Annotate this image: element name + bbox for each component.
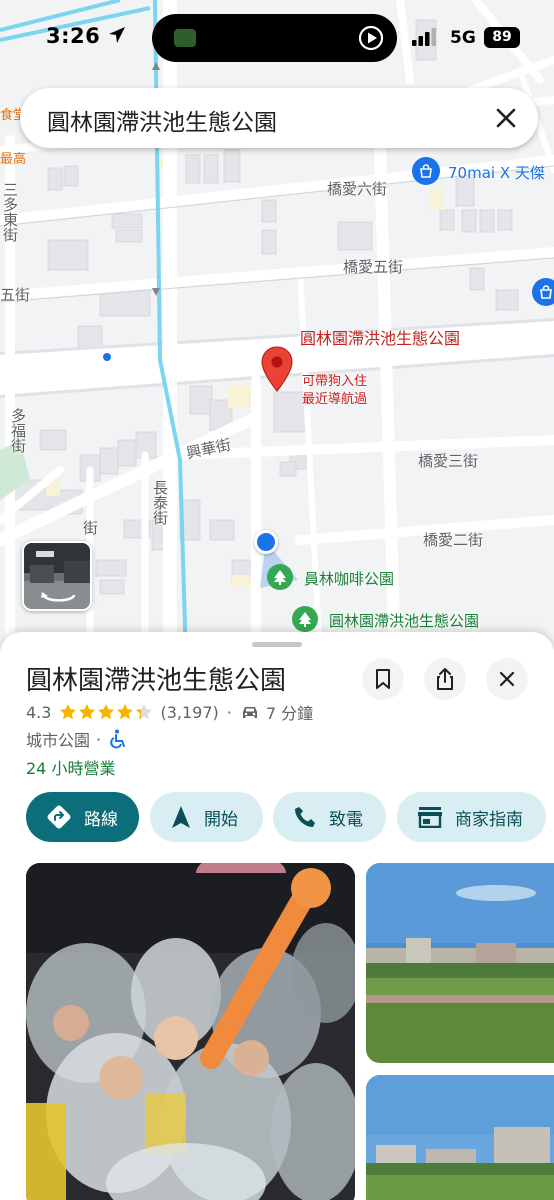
- search-query[interactable]: 圓林園滯洪池生態公園: [47, 103, 277, 137]
- street-label-partial: 五街: [0, 286, 31, 304]
- selected-place-map-label[interactable]: 圓林園滯洪池生態公園: [300, 328, 475, 350]
- signal-bars-icon: [412, 28, 436, 46]
- street-label-duofu: 多福街: [9, 408, 27, 453]
- call-label: 致電: [329, 809, 363, 830]
- map-view[interactable]: 橋愛六街 橋愛五街 橋愛三街 橋愛二街 興華街 長泰街 多福街 三多東街 五街 …: [0, 0, 554, 660]
- opening-hours[interactable]: 24 小時營業: [26, 755, 115, 779]
- start-label: 開始: [204, 809, 238, 830]
- place-photo-2[interactable]: [366, 863, 554, 1063]
- app-activity-icon: [174, 29, 196, 47]
- close-icon: [499, 671, 515, 687]
- directions-button[interactable]: 路線: [26, 792, 139, 842]
- rating-row[interactable]: 4.3 (3,197) · 7 分鐘: [26, 701, 314, 724]
- business-guide-label: 商家指南: [455, 809, 523, 830]
- dynamic-island: [152, 14, 397, 62]
- start-button[interactable]: 開始: [150, 792, 263, 842]
- street-label-qiaoai2: 橋愛二街: [423, 531, 484, 549]
- play-icon: [358, 25, 384, 51]
- star-icon: [98, 704, 115, 720]
- place-photo-main[interactable]: [26, 863, 355, 1200]
- navigation-arrow-icon: [170, 805, 192, 829]
- street-label-sanduodong: 三多東街: [1, 182, 19, 242]
- storefront-icon: [417, 806, 443, 828]
- place-sheet[interactable]: 圓林園滯洪池生態公園 4.3 (3,197) · 7 分鐘 城市公園 · 24 …: [0, 632, 554, 1200]
- park-label-coffee[interactable]: 員林咖啡公園: [304, 568, 394, 589]
- street-view-thumbnail[interactable]: [22, 541, 92, 611]
- drive-time: 7 分鐘: [265, 704, 314, 723]
- park-label-retention[interactable]: 圓林園滯洪池生態公園: [329, 610, 479, 631]
- network-type: 5G: [450, 28, 476, 48]
- battery-level: 89: [484, 27, 520, 48]
- place-note-recent: 最近導航過: [302, 392, 368, 407]
- place-category: 城市公園: [26, 731, 91, 750]
- store-label[interactable]: 70mai X 天傑: [448, 162, 545, 183]
- street-label-qiaoai3: 橋愛三街: [418, 452, 479, 470]
- selected-place-pin-icon[interactable]: [259, 345, 295, 397]
- location-arrow-icon: [109, 27, 126, 43]
- share-button[interactable]: [424, 658, 466, 700]
- street-label-changtai: 長泰街: [151, 480, 169, 525]
- shopping-bag-icon[interactable]: [532, 278, 554, 306]
- street-label-qiaoai5: 橋愛五街: [343, 258, 404, 276]
- shopping-bag-icon[interactable]: [412, 157, 440, 185]
- photo-park-field: [366, 863, 554, 1063]
- phone-icon: [293, 805, 317, 829]
- rating-stars: [59, 703, 154, 721]
- photo-crowd-raincoats: [26, 863, 355, 1200]
- share-icon: [437, 668, 453, 690]
- street-label-partial-2: 街: [81, 520, 99, 535]
- place-title: 圓林園滯洪池生態公園: [26, 666, 287, 696]
- park-tree-icon[interactable]: [292, 606, 318, 632]
- sheet-drag-handle[interactable]: [252, 642, 302, 647]
- selected-place-note: 可帶狗入住 最近導航過: [302, 373, 367, 409]
- directions-icon: [46, 804, 72, 830]
- street-view-image: [24, 543, 90, 609]
- category-row: 城市公園 ·: [26, 728, 127, 750]
- park-tree-icon[interactable]: [267, 564, 293, 590]
- star-icon: [117, 704, 134, 720]
- directions-label: 路線: [84, 809, 118, 830]
- save-button[interactable]: [362, 658, 404, 700]
- current-location-dot[interactable]: [254, 530, 278, 554]
- call-button[interactable]: 致電: [273, 792, 386, 842]
- review-count[interactable]: (3,197): [160, 703, 218, 722]
- bookmark-icon: [376, 669, 390, 689]
- status-time: 3:26: [46, 24, 126, 48]
- place-note-dogs: 可帶狗入住: [302, 374, 368, 389]
- business-guide-button[interactable]: 商家指南: [397, 792, 546, 842]
- close-icon: [496, 108, 516, 128]
- clear-search-button[interactable]: [488, 100, 524, 136]
- separator-dot: ·: [96, 729, 102, 749]
- star-icon: [60, 704, 77, 720]
- place-photo-3[interactable]: [366, 1075, 554, 1200]
- photo-park-buildings: [366, 1075, 554, 1200]
- close-sheet-button[interactable]: [486, 658, 528, 700]
- search-bar[interactable]: 圓林園滯洪池生態公園: [20, 88, 538, 148]
- star-icon: [79, 704, 96, 720]
- separator-dot: ·: [226, 702, 232, 722]
- status-time-text: 3:26: [46, 24, 101, 48]
- wheelchair-icon: [110, 729, 126, 749]
- star-icon: [136, 704, 153, 720]
- street-label-qiaoai6: 橋愛六街: [327, 180, 388, 198]
- car-icon: [242, 707, 257, 718]
- poi-label-restaurant-2: 最高: [0, 152, 27, 167]
- rating-value: 4.3: [26, 702, 52, 722]
